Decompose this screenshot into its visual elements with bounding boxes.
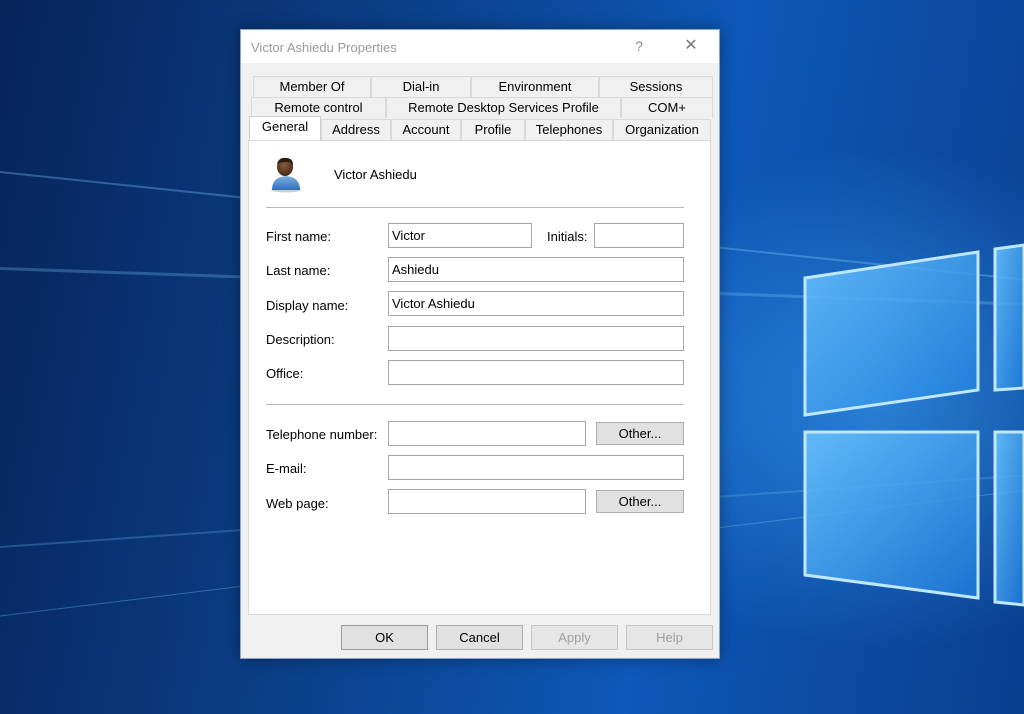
web-page-field[interactable] xyxy=(388,489,586,514)
general-tab-panel: Victor Ashiedu First name: Initials: Las… xyxy=(248,140,711,615)
tab-remote-control[interactable]: Remote control xyxy=(251,97,386,118)
close-icon[interactable]: ✕ xyxy=(679,35,703,57)
ok-button[interactable]: OK xyxy=(341,625,428,650)
web-page-label: Web page: xyxy=(266,496,329,511)
first-name-field[interactable] xyxy=(388,223,532,248)
apply-button[interactable]: Apply xyxy=(531,625,618,650)
description-label: Description: xyxy=(266,332,335,347)
tab-general[interactable]: General xyxy=(249,116,321,140)
tab-remote-desktop-services-profile[interactable]: Remote Desktop Services Profile xyxy=(386,97,621,118)
separator xyxy=(266,404,684,406)
office-field[interactable] xyxy=(388,360,684,385)
office-label: Office: xyxy=(266,366,304,381)
web-page-other-button[interactable]: Other... xyxy=(596,490,684,513)
tab-profile[interactable]: Profile xyxy=(461,119,525,140)
telephone-other-button[interactable]: Other... xyxy=(596,422,684,445)
tab-sessions[interactable]: Sessions xyxy=(599,76,713,97)
tab-address[interactable]: Address xyxy=(321,119,391,140)
telephone-number-field[interactable] xyxy=(388,421,586,446)
initials-label: Initials: xyxy=(547,229,588,244)
tab-organization[interactable]: Organization xyxy=(613,119,711,140)
email-label: E-mail: xyxy=(266,461,307,476)
tab-member-of[interactable]: Member Of xyxy=(253,76,371,97)
cancel-button[interactable]: Cancel xyxy=(436,625,523,650)
first-name-label: First name: xyxy=(266,229,332,244)
user-display-heading: Victor Ashiedu xyxy=(334,167,417,182)
display-name-label: Display name: xyxy=(266,298,349,313)
tab-telephones[interactable]: Telephones xyxy=(525,119,613,140)
description-field[interactable] xyxy=(388,326,684,351)
telephone-number-label: Telephone number: xyxy=(266,427,378,442)
help-button[interactable]: Help xyxy=(626,625,713,650)
display-name-field[interactable] xyxy=(388,291,684,316)
last-name-label: Last name: xyxy=(266,263,331,278)
last-name-field[interactable] xyxy=(388,257,684,282)
properties-dialog: Victor Ashiedu Properties ? ✕ Member Of … xyxy=(240,29,720,659)
help-question-icon[interactable]: ? xyxy=(629,36,649,56)
title-bar[interactable]: Victor Ashiedu Properties ? ✕ xyxy=(241,30,719,63)
window-title: Victor Ashiedu Properties xyxy=(251,40,397,55)
user-avatar-icon xyxy=(271,157,301,193)
tab-account[interactable]: Account xyxy=(391,119,461,140)
tab-environment[interactable]: Environment xyxy=(471,76,599,97)
separator xyxy=(266,207,684,209)
tab-dial-in[interactable]: Dial-in xyxy=(371,76,471,97)
email-field[interactable] xyxy=(388,455,684,480)
initials-field[interactable] xyxy=(594,223,684,248)
tab-com-plus[interactable]: COM+ xyxy=(621,97,713,118)
